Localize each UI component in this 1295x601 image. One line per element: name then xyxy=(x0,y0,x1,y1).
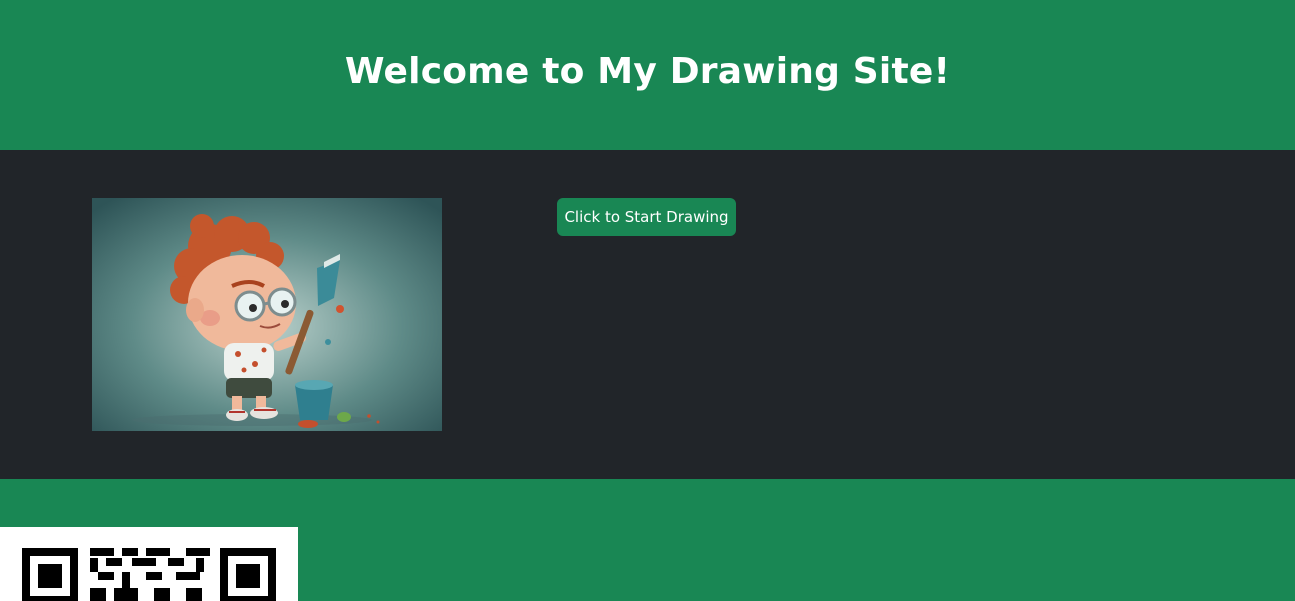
qr-code-icon xyxy=(22,548,276,601)
main-section: Click to Start Drawing xyxy=(0,150,1295,479)
site-footer xyxy=(0,479,1295,601)
site-header: Welcome to My Drawing Site! xyxy=(0,0,1295,150)
page-title: Welcome to My Drawing Site! xyxy=(344,50,951,92)
qr-code xyxy=(0,527,298,601)
hero-image xyxy=(92,198,442,431)
start-drawing-button[interactable]: Click to Start Drawing xyxy=(557,198,736,236)
child-painter-illustration-icon xyxy=(92,198,442,431)
